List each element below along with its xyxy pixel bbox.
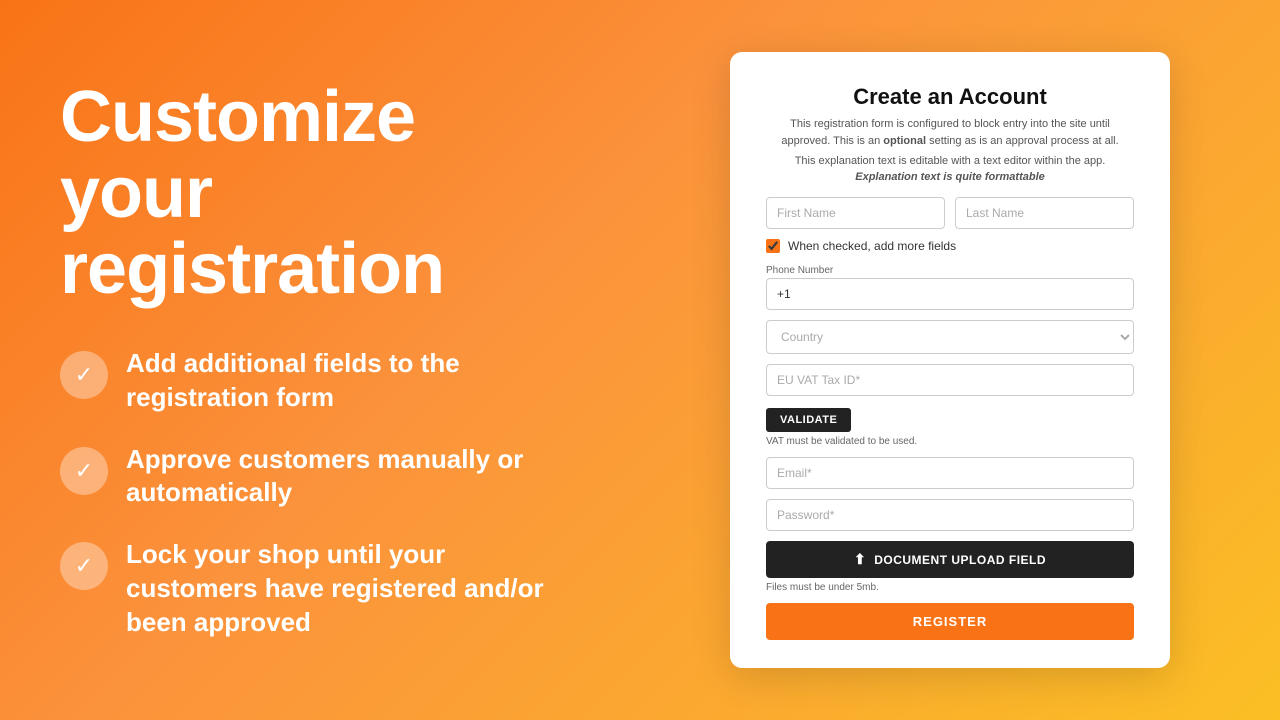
feature-item-3: ✓ Lock your shop until your customers ha… <box>60 538 560 639</box>
check-badge-3: ✓ <box>60 542 108 590</box>
first-name-input[interactable] <box>766 197 945 229</box>
upload-label: DOCUMENT UPLOAD FIELD <box>874 553 1046 567</box>
email-input[interactable] <box>766 457 1134 489</box>
phone-input[interactable] <box>766 278 1134 310</box>
name-row <box>766 197 1134 229</box>
checkbox-label: When checked, add more fields <box>788 239 956 253</box>
check-badge-1: ✓ <box>60 351 108 399</box>
check-badge-2: ✓ <box>60 447 108 495</box>
country-select[interactable]: Country <box>766 320 1134 354</box>
feature-text-2: Approve customers manually or automatica… <box>126 443 560 511</box>
form-title: Create an Account <box>766 84 1134 110</box>
register-button[interactable]: REGISTER <box>766 603 1134 640</box>
right-panel: Create an Account This registration form… <box>620 32 1280 688</box>
headline: Customize your registration <box>60 80 560 307</box>
feature-item-2: ✓ Approve customers manually or automati… <box>60 443 560 511</box>
checkbox-row: When checked, add more fields <box>766 239 1134 253</box>
form-editable-note: This explanation text is editable with a… <box>766 155 1134 167</box>
vat-row <box>766 364 1134 402</box>
form-desc-optional: optional <box>883 135 926 147</box>
form-formattable-prefix: Explanation text is quite <box>855 171 982 183</box>
check-icon-1: ✓ <box>75 362 93 388</box>
form-desc-line1-end: setting as is an approval process at all… <box>929 135 1119 147</box>
password-input[interactable] <box>766 499 1134 531</box>
form-description: This registration form is configured to … <box>766 116 1134 149</box>
upload-button[interactable]: ⬆ DOCUMENT UPLOAD FIELD <box>766 541 1134 578</box>
feature-item-1: ✓ Add additional fields to the registrat… <box>60 347 560 415</box>
phone-group: Phone Number <box>766 265 1134 310</box>
extra-fields-checkbox[interactable] <box>766 239 780 253</box>
form-formattable-bold: formattable <box>985 171 1045 183</box>
left-panel: Customize your registration ✓ Add additi… <box>0 30 620 689</box>
vat-note: VAT must be validated to be used. <box>766 436 1134 447</box>
check-icon-2: ✓ <box>75 458 93 484</box>
feature-text-1: Add additional fields to the registratio… <box>126 347 560 415</box>
form-card: Create an Account This registration form… <box>730 52 1170 668</box>
form-formattable: Explanation text is quite formattable <box>766 171 1134 183</box>
files-note: Files must be under 5mb. <box>766 582 1134 593</box>
upload-icon: ⬆ <box>854 551 866 568</box>
phone-label: Phone Number <box>766 265 1134 276</box>
check-icon-3: ✓ <box>75 553 93 579</box>
feature-list: ✓ Add additional fields to the registrat… <box>60 347 560 640</box>
vat-input[interactable] <box>766 364 1134 396</box>
feature-text-3: Lock your shop until your customers have… <box>126 538 560 639</box>
validate-button[interactable]: VALIDATE <box>766 408 851 432</box>
last-name-input[interactable] <box>955 197 1134 229</box>
